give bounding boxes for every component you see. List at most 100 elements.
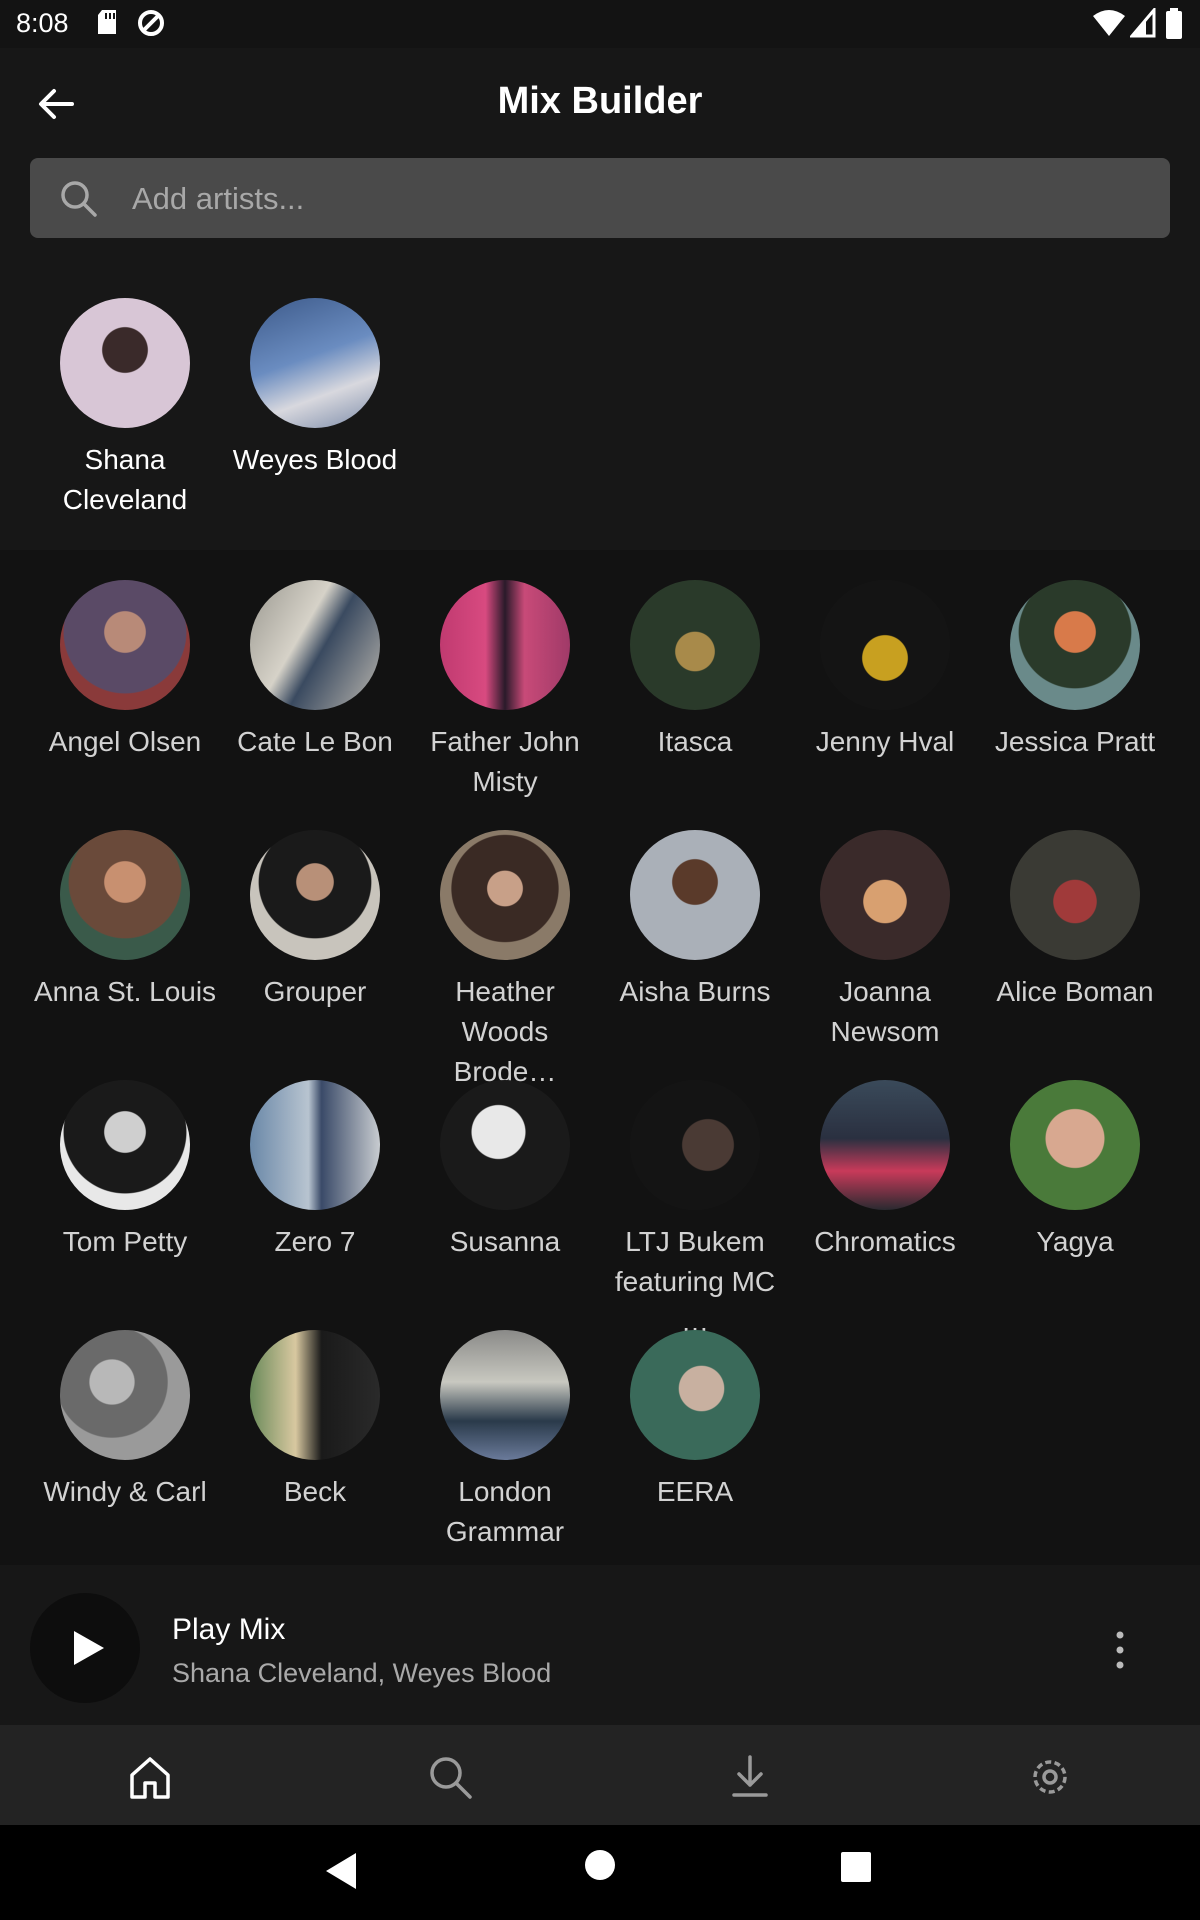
artist-name: Chromatics xyxy=(814,1226,956,1257)
artist-name: Windy & Carl xyxy=(43,1476,207,1507)
bottom-nav xyxy=(0,1725,1200,1825)
artist-avatar xyxy=(630,1330,760,1460)
play-icon xyxy=(74,1631,104,1665)
player-subtitle: Shana Cleveland, Weyes Blood xyxy=(172,1658,552,1688)
artist-avatar xyxy=(60,580,190,710)
app-header: Mix Builder xyxy=(0,48,1200,158)
suggested-artist[interactable]: Jessica Pratt xyxy=(980,580,1170,762)
suggested-artist[interactable]: Aisha Burns xyxy=(600,830,790,1012)
suggested-artist[interactable]: Beck xyxy=(220,1330,410,1512)
artist-avatar xyxy=(630,1080,760,1210)
search-bar[interactable] xyxy=(30,158,1170,240)
suggested-artist[interactable]: EERA xyxy=(600,1330,790,1512)
system-nav-bar xyxy=(0,1825,1200,1920)
artist-name: Grouper xyxy=(263,976,367,1007)
artist-avatar xyxy=(250,580,380,710)
artist-name: EERA xyxy=(656,1476,734,1507)
suggested-artist[interactable]: Angel Olsen xyxy=(30,580,220,762)
sd-card-icon xyxy=(98,10,116,34)
artist-avatar xyxy=(820,1080,950,1210)
artist-avatar xyxy=(250,830,380,960)
artist-avatar xyxy=(250,1080,380,1210)
search-icon xyxy=(61,181,97,217)
suggested-artist[interactable]: Joanna Newsom xyxy=(790,830,980,1052)
suggested-artist[interactable]: LTJ Bukem featuring MC … xyxy=(600,1080,790,1342)
system-recents-icon[interactable] xyxy=(840,1851,872,1883)
system-back-icon[interactable] xyxy=(322,1849,360,1893)
more-options-button[interactable] xyxy=(1100,1625,1140,1675)
wifi-icon xyxy=(1093,10,1125,36)
more-vert-icon xyxy=(1116,1631,1124,1669)
artist-avatar xyxy=(630,580,760,710)
player-title: Play Mix xyxy=(172,1613,286,1646)
artist-avatar xyxy=(250,298,380,428)
page-title: Mix Builder xyxy=(497,80,703,122)
artist-avatar xyxy=(1010,1080,1140,1210)
suggested-artist[interactable]: Zero 7 xyxy=(220,1080,410,1262)
artist-avatar xyxy=(630,830,760,960)
system-home-icon[interactable] xyxy=(584,1849,616,1881)
artist-avatar xyxy=(820,580,950,710)
suggested-artist[interactable]: Chromatics xyxy=(790,1080,980,1262)
suggested-artist[interactable]: Father John Misty xyxy=(410,580,600,802)
artist-avatar xyxy=(60,1330,190,1460)
play-button[interactable] xyxy=(30,1593,140,1703)
artist-avatar xyxy=(60,1080,190,1210)
suggested-artist[interactable]: Windy & Carl xyxy=(30,1330,220,1512)
artist-name: Beck xyxy=(283,1476,347,1507)
suggested-artist[interactable]: Tom Petty xyxy=(30,1080,220,1262)
mix-player: Play Mix Shana Cleveland, Weyes Blood xyxy=(0,1565,1200,1725)
suggested-artist[interactable]: Anna St. Louis xyxy=(30,830,220,1012)
download-icon xyxy=(732,1755,768,1797)
status-time: 8:08 xyxy=(16,8,69,38)
data-saver-icon xyxy=(138,10,164,36)
suggested-artist[interactable]: Itasca xyxy=(600,580,790,762)
artist-name: Shana Cleveland xyxy=(62,444,188,515)
selected-artist[interactable]: Weyes Blood xyxy=(220,298,410,480)
suggested-artist[interactable]: Cate Le Bon xyxy=(220,580,410,762)
artist-name: Cate Le Bon xyxy=(237,726,393,757)
artist-name: London Grammar xyxy=(445,1476,565,1547)
artist-name: Jenny Hval xyxy=(815,726,955,757)
artist-avatar xyxy=(440,1330,570,1460)
status-bar: 8:08 xyxy=(0,0,1200,48)
cell-signal-icon xyxy=(1130,8,1156,38)
artist-avatar xyxy=(250,1330,380,1460)
artist-name: Alice Boman xyxy=(996,976,1154,1007)
suggested-artist[interactable]: Heather Woods Brode… xyxy=(410,830,600,1092)
artist-name: Anna St. Louis xyxy=(33,976,217,1007)
home-icon xyxy=(130,1757,170,1799)
nav-home[interactable] xyxy=(124,1751,176,1803)
artist-avatar xyxy=(1010,580,1140,710)
artist-avatar xyxy=(820,830,950,960)
artist-avatar xyxy=(440,830,570,960)
artist-name: Heather Woods Brode… xyxy=(453,976,557,1087)
artist-avatar xyxy=(440,1080,570,1210)
search-input[interactable] xyxy=(130,158,1154,240)
nav-downloads[interactable] xyxy=(724,1751,776,1803)
artist-name: Susanna xyxy=(449,1226,561,1257)
artist-name: Itasca xyxy=(657,726,733,757)
artist-name: Tom Petty xyxy=(62,1226,188,1257)
battery-icon xyxy=(1166,8,1182,39)
selected-artists: Shana Cleveland Weyes Blood xyxy=(0,262,1200,550)
suggested-artist[interactable]: Yagya xyxy=(980,1080,1170,1262)
suggested-artist[interactable]: Alice Boman xyxy=(980,830,1170,1012)
artist-name: Angel Olsen xyxy=(48,726,202,757)
artist-avatar xyxy=(60,298,190,428)
artist-name: Zero 7 xyxy=(274,1226,356,1257)
artist-name: LTJ Bukem featuring MC … xyxy=(614,1226,776,1337)
nav-search[interactable] xyxy=(424,1751,476,1803)
nav-settings[interactable] xyxy=(1024,1751,1076,1803)
suggested-artist[interactable]: London Grammar xyxy=(410,1330,600,1552)
artist-avatar xyxy=(440,580,570,710)
artist-name: Jessica Pratt xyxy=(994,726,1156,757)
artist-name: Weyes Blood xyxy=(232,444,398,475)
settings-icon xyxy=(1033,1760,1067,1794)
artist-avatar xyxy=(1010,830,1140,960)
selected-artist[interactable]: Shana Cleveland xyxy=(30,298,220,520)
suggested-artist[interactable]: Susanna xyxy=(410,1080,600,1262)
suggested-artist[interactable]: Jenny Hval xyxy=(790,580,980,762)
search-icon xyxy=(430,1757,472,1799)
suggested-artist[interactable]: Grouper xyxy=(220,830,410,1012)
